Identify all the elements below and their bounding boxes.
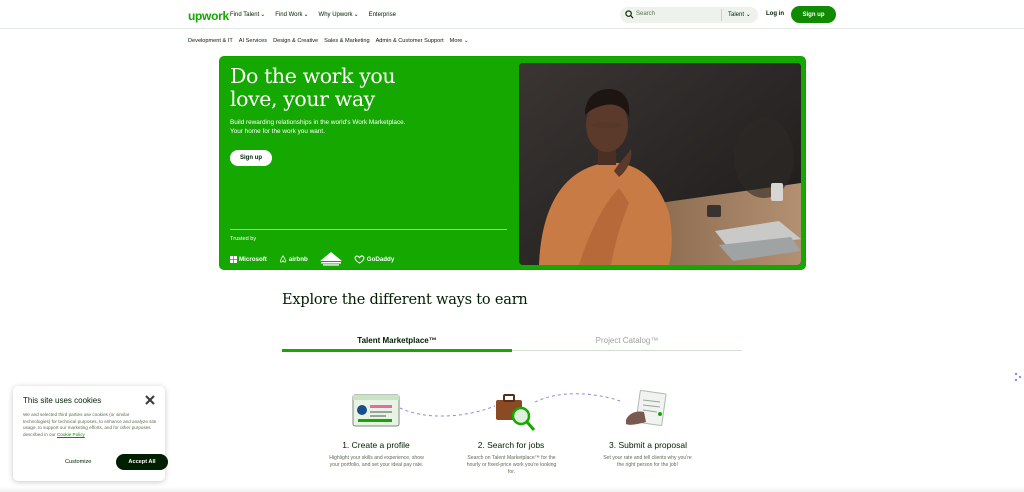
microsoft-logo: Microsoft — [230, 255, 267, 263]
profile-illustration-icon — [352, 394, 400, 427]
chevron-down-icon: ⌄ — [303, 12, 309, 18]
search-divider — [721, 9, 722, 21]
close-icon[interactable] — [144, 394, 156, 406]
bissell-icon — [319, 252, 342, 266]
search-scope-dropdown[interactable]: Talent ⌄ — [728, 11, 751, 18]
accept-all-button[interactable]: Accept All — [116, 454, 168, 470]
explore-heading: Explore the different ways to earn — [282, 292, 528, 308]
signup-button[interactable]: Sign up — [791, 6, 836, 23]
airbnb-logo: airbnb — [279, 255, 308, 263]
accessibility-icon[interactable] — [1014, 372, 1022, 382]
step-1-description: Highlight your skills and experience, sh… — [329, 455, 424, 469]
category-ai-services[interactable]: AI Services — [239, 38, 267, 44]
microsoft-label: Microsoft — [239, 255, 267, 263]
main-nav: Find Talent ⌄ Find Work ⌄ Why Upwork ⌄ Ente… — [230, 11, 396, 19]
top-navigation-bar: upwork Find Talent ⌄ Find Work ⌄ Why Upwor… — [0, 0, 1024, 29]
cookie-title: This site uses cookies — [23, 396, 102, 405]
cookie-policy-link[interactable]: Cookie Policy — [57, 432, 85, 437]
page-bottom-edge — [0, 486, 1024, 492]
godaddy-logo: GoDaddy — [354, 254, 395, 264]
chevron-down-icon: ⌄ — [260, 12, 266, 18]
microsoft-icon — [230, 255, 237, 263]
godaddy-label: GoDaddy — [366, 255, 395, 263]
trusted-logos: Microsoft airbnb GoDaddy — [230, 252, 394, 266]
briefcase-search-icon — [496, 394, 536, 431]
chevron-down-icon: ⌄ — [353, 12, 359, 18]
step-3-title: 3. Submit a proposal — [609, 440, 687, 450]
customize-button[interactable]: Customize — [65, 459, 91, 465]
step-3-description: Set your rate and tell clients why you'r… — [603, 455, 692, 469]
category-nav: Development & IT AI Services Design & Cr… — [188, 38, 469, 44]
bissell-logo — [319, 252, 342, 266]
nav-enterprise[interactable]: Enterprise — [369, 11, 396, 18]
tab-active-indicator — [282, 349, 512, 352]
hero-image — [519, 63, 801, 265]
proposal-illustration-icon — [626, 390, 667, 427]
nav-find-work[interactable]: Find Work ⌄ — [275, 11, 309, 19]
category-more-label: More — [449, 38, 463, 44]
upwork-logo[interactable]: upwork — [188, 9, 229, 23]
step-2-description: Search on Talent Marketplace™ for the ho… — [466, 455, 557, 476]
trusted-by-label: Trusted by — [230, 236, 257, 242]
airbnb-label: airbnb — [288, 255, 308, 263]
category-more[interactable]: More ⌄ — [450, 38, 469, 44]
cookie-text: We and selected third parties use cookie… — [23, 412, 157, 437]
step-1-title: 1. Create a profile — [342, 440, 410, 450]
category-sales-marketing[interactable]: Sales & Marketing — [324, 38, 369, 44]
divider — [230, 229, 507, 230]
nav-find-talent[interactable]: Find Talent ⌄ — [230, 11, 266, 19]
hero-banner: Do the work you love, your way Build rew… — [219, 56, 806, 270]
nav-label: Enterprise — [368, 11, 396, 18]
nav-label: Find Talent — [230, 11, 260, 18]
cookie-consent-dialog: This site uses cookies We and selected t… — [13, 386, 168, 481]
search-icon — [625, 10, 634, 19]
hero-signup-button[interactable]: Sign up — [230, 150, 272, 166]
login-link[interactable]: Log in — [766, 11, 784, 17]
godaddy-icon — [354, 254, 365, 264]
airbnb-icon — [279, 255, 286, 263]
nav-label: Find Work — [275, 11, 303, 18]
hero-title: Do the work you love, your way — [230, 64, 396, 111]
tab-project-catalog[interactable]: Project Catalog™ — [512, 336, 742, 345]
nav-label: Why Upwork — [318, 11, 353, 18]
hero-photo — [519, 63, 801, 265]
search-input[interactable]: Search — [636, 11, 655, 17]
search-scope-label: Talent — [728, 12, 745, 18]
chevron-down-icon: ⌄ — [463, 38, 469, 44]
cookie-description: We and selected third parties use cookie… — [23, 412, 157, 438]
category-development-it[interactable]: Development & IT — [188, 38, 233, 44]
chevron-down-icon: ⌄ — [745, 12, 751, 18]
category-admin-support[interactable]: Admin & Customer Support — [376, 38, 444, 44]
tab-talent-marketplace[interactable]: Talent Marketplace™ — [282, 336, 512, 345]
nav-why-upwork[interactable]: Why Upwork ⌄ — [318, 11, 359, 19]
hero-subtitle: Build rewarding relationships in the wor… — [230, 119, 406, 135]
step-2-title: 2. Search for jobs — [477, 440, 545, 450]
search-bar[interactable]: Search Talent ⌄ — [620, 7, 758, 23]
category-design-creative[interactable]: Design & Creative — [273, 38, 318, 44]
